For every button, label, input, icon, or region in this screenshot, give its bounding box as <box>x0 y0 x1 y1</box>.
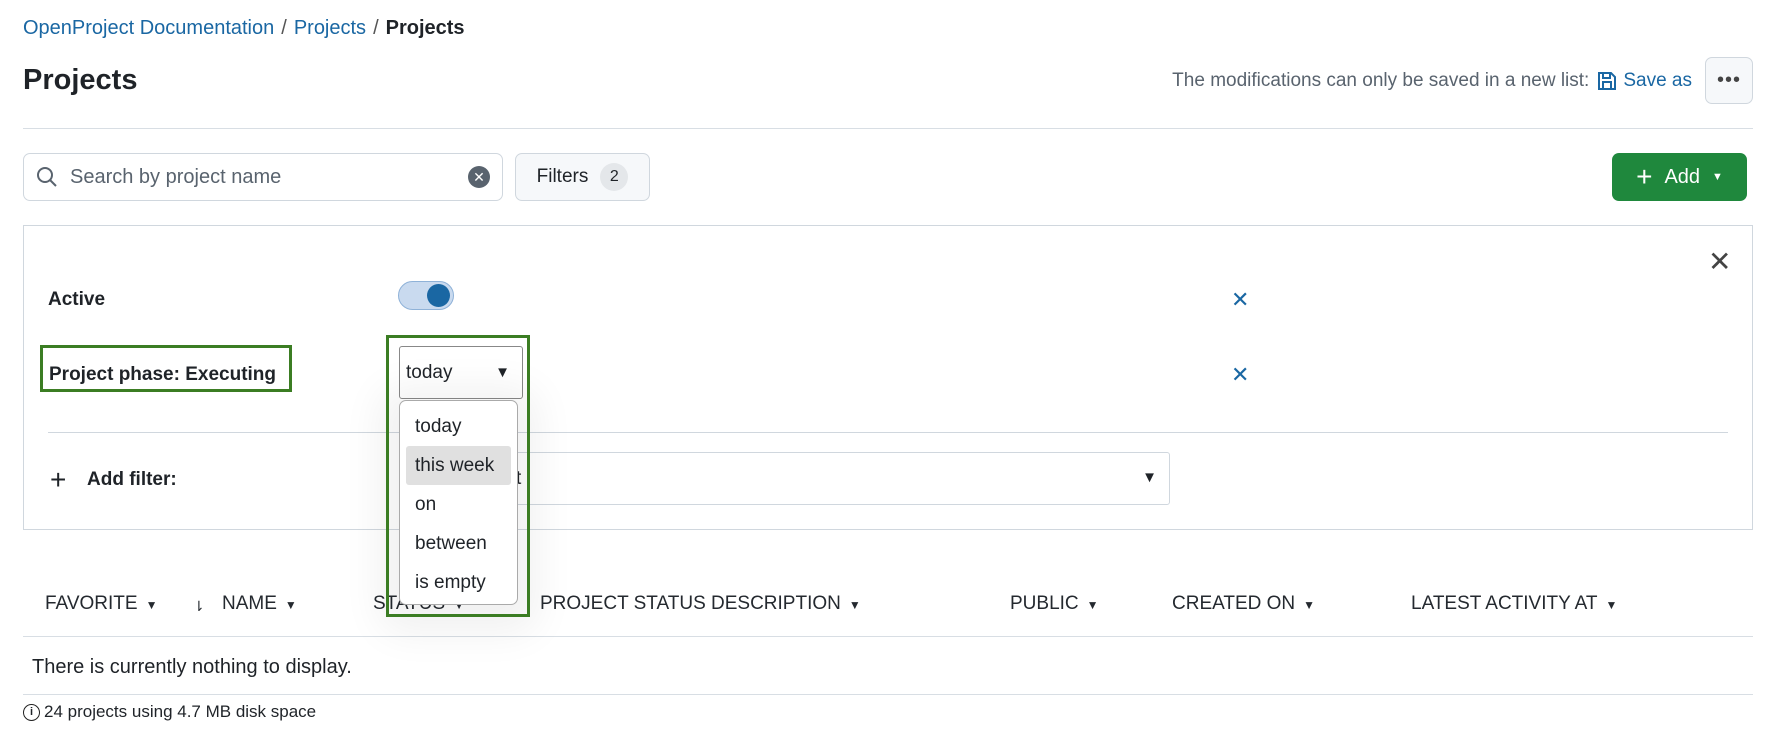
breadcrumb-projects[interactable]: Projects <box>294 17 366 39</box>
page-title: Projects <box>23 64 138 96</box>
save-notice: The modifications can only be saved in a… <box>1172 70 1692 92</box>
filters-label: Filters <box>536 166 589 187</box>
column-label: CREATED ON <box>1172 593 1296 614</box>
save-as-label: Save as <box>1623 70 1692 91</box>
column-label: PROJECT STATUS DESCRIPTION <box>540 593 841 614</box>
info-icon: i <box>23 703 40 721</box>
clear-search-icon[interactable]: ✕ <box>468 166 490 188</box>
column-favorite[interactable]: FAVORITE ▼ <box>45 593 157 615</box>
column-created-on[interactable]: CREATED ON ▼ <box>1172 593 1315 615</box>
footer-text: 24 projects using 4.7 MB disk space <box>44 702 317 721</box>
column-name[interactable]: NAME ▼ <box>222 593 297 615</box>
caret-down-icon: ▼ <box>1712 171 1723 183</box>
more-options-button[interactable]: ••• <box>1705 57 1753 104</box>
divider <box>23 694 1753 695</box>
highlight-box <box>386 335 530 617</box>
breadcrumb-separator: / <box>281 17 287 39</box>
add-filter-label: Add filter: <box>87 469 177 490</box>
caret-down-icon: ▼ <box>848 598 861 612</box>
add-label: Add <box>1664 165 1701 188</box>
empty-message: There is currently nothing to display. <box>32 656 352 678</box>
add-button[interactable]: + Add ▼ <box>1612 153 1747 201</box>
save-icon <box>1598 72 1617 90</box>
breadcrumb: OpenProject Documentation / Projects / Proje… <box>23 17 465 40</box>
save-as-button[interactable]: Save as <box>1597 70 1692 92</box>
search-icon <box>37 167 57 187</box>
search-input[interactable]: Search by project name ✕ <box>23 153 503 201</box>
column-label: LATEST ACTIVITY AT <box>1411 593 1598 614</box>
column-public[interactable]: PUBLIC ▼ <box>1010 593 1099 615</box>
filters-button[interactable]: Filters 2 <box>515 153 650 201</box>
close-filters-icon[interactable]: ✕ <box>1708 245 1731 278</box>
add-filter-select[interactable]: t ▼ <box>470 452 1170 505</box>
caret-down-icon: ▼ <box>1303 598 1316 612</box>
breadcrumb-current: Projects <box>385 17 465 39</box>
filter-phase-label: Project phase: Executing <box>49 364 277 385</box>
save-message: The modifications can only be saved in a… <box>1172 70 1590 91</box>
active-toggle[interactable] <box>398 281 454 310</box>
caret-down-icon: ▼ <box>1086 598 1099 612</box>
footer-info: i 24 projects using 4.7 MB disk space <box>23 702 316 722</box>
remove-filter-phase-icon[interactable]: ✕ <box>1231 362 1249 388</box>
caret-down-icon: ▼ <box>284 598 297 612</box>
divider <box>23 128 1753 129</box>
column-label: PUBLIC <box>1010 593 1079 614</box>
sort-icon[interactable]: ⇂ <box>193 598 205 615</box>
column-latest-activity-at[interactable]: LATEST ACTIVITY AT ▼ <box>1411 593 1617 615</box>
toggle-knob <box>427 284 450 307</box>
filter-active-label: Active <box>48 289 106 310</box>
column-project-status-description[interactable]: PROJECT STATUS DESCRIPTION ▼ <box>540 593 861 615</box>
breadcrumb-separator: / <box>373 17 379 39</box>
search-placeholder: Search by project name <box>70 165 282 188</box>
divider <box>48 432 1728 433</box>
plus-icon: + <box>1636 161 1653 192</box>
caret-down-icon: ▼ <box>1142 469 1157 486</box>
column-label: FAVORITE <box>45 593 138 614</box>
caret-down-icon: ▼ <box>1605 598 1618 612</box>
column-label: NAME <box>222 593 277 614</box>
breadcrumb-openproject-documentation[interactable]: OpenProject Documentation <box>23 17 274 39</box>
remove-filter-active-icon[interactable]: ✕ <box>1231 287 1249 313</box>
caret-down-icon: ▼ <box>145 598 158 612</box>
divider <box>23 636 1753 637</box>
plus-icon: + <box>50 464 67 495</box>
filters-count-badge: 2 <box>600 163 629 191</box>
